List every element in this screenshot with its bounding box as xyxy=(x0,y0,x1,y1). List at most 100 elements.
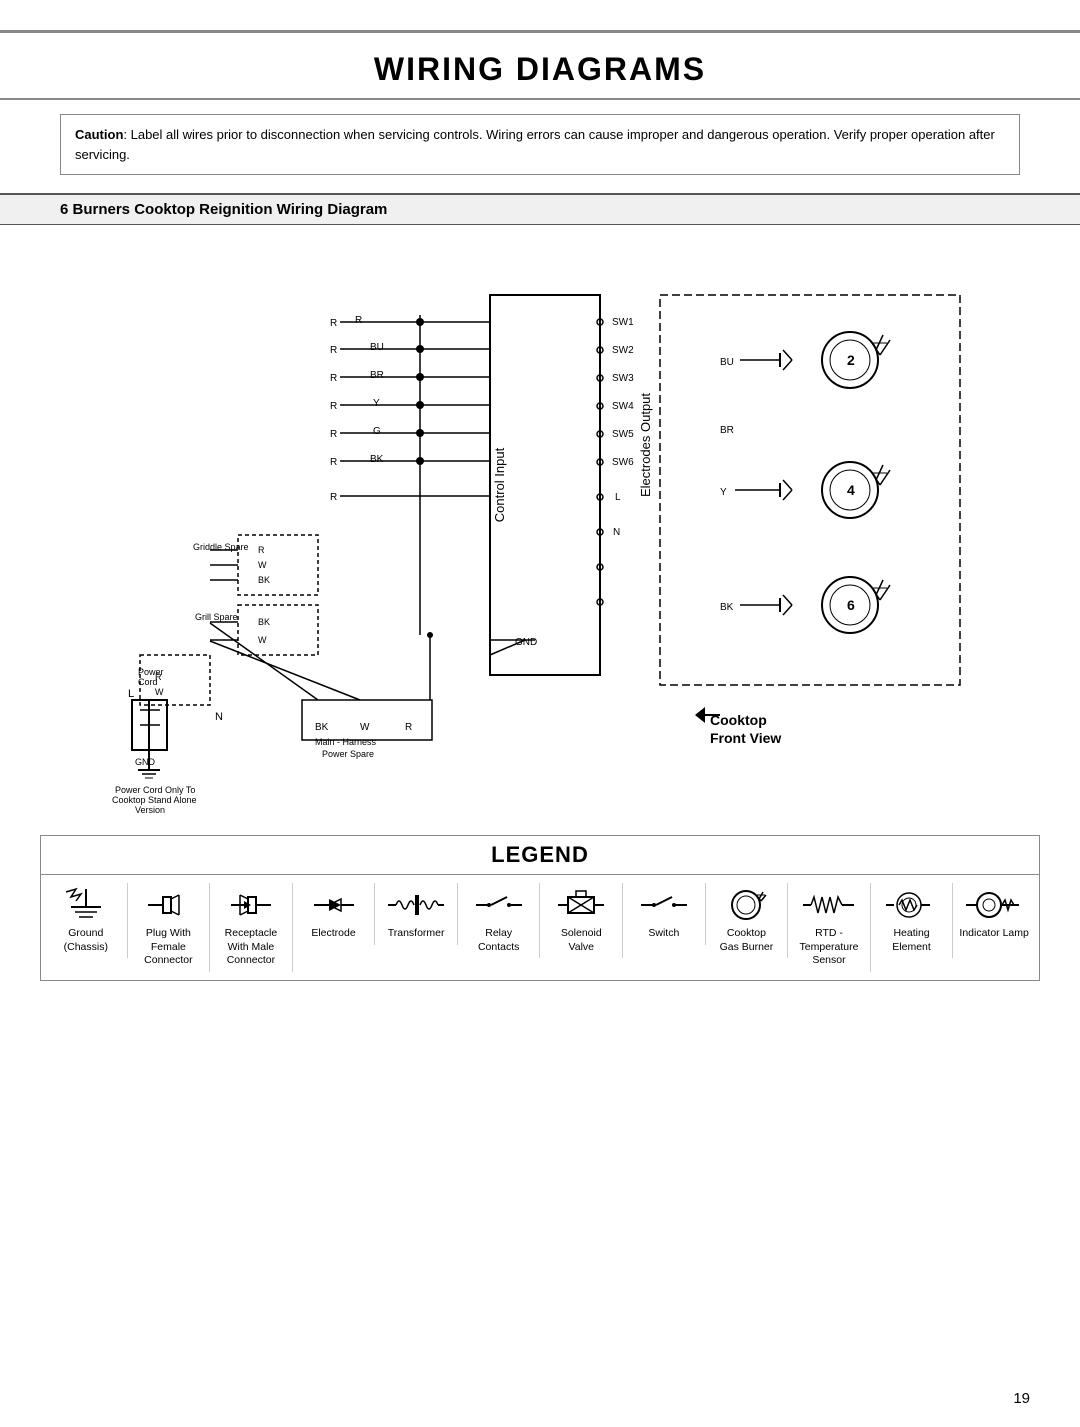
legend-items: Ground(Chassis) Plug WithFemaleConnector xyxy=(41,875,1039,980)
r-sw6: R xyxy=(330,457,337,468)
sw1-label: SW1 xyxy=(612,317,634,328)
r-l: R xyxy=(330,492,337,503)
gnd-bottom-label: GND xyxy=(135,757,156,767)
indicator-lamp-label: Indicator Lamp xyxy=(959,927,1028,941)
section-header: 6 Burners Cooktop Reignition Wiring Diag… xyxy=(0,193,1080,225)
burner4-label: 4 xyxy=(847,482,855,498)
relay-symbol xyxy=(474,887,524,923)
w-bottom: W xyxy=(360,722,370,733)
n-line-label: N xyxy=(215,711,223,723)
legend-transformer: Transformer xyxy=(375,883,458,945)
receptacle-male-label: ReceptacleWith MaleConnector xyxy=(225,927,278,968)
switch-label: Switch xyxy=(648,927,679,941)
r-sw2: R xyxy=(330,345,337,356)
legend-plug-female: Plug WithFemaleConnector xyxy=(128,883,211,972)
sw4-label: SW4 xyxy=(612,401,634,412)
transformer-symbol xyxy=(386,887,446,923)
plug-female-symbol xyxy=(143,887,193,923)
diagram-area: Control Input Electrodes Output SW1 SW2 … xyxy=(0,225,1080,825)
legend-solenoid: SolenoidValve xyxy=(540,883,623,958)
cooktop-gas-burner-label: CooktopGas Burner xyxy=(720,927,774,954)
version-label: Version xyxy=(135,805,165,815)
legend-indicator-lamp: Indicator Lamp xyxy=(953,883,1035,945)
ground-label: Ground(Chassis) xyxy=(64,927,108,954)
indicator-lamp-symbol xyxy=(964,887,1024,923)
grill-spare-label: Grill Spare xyxy=(195,612,238,622)
heating-element-symbol xyxy=(884,887,939,923)
caution-box: Caution: Label all wires prior to discon… xyxy=(60,114,1020,175)
section-title: 6 Burners Cooktop Reignition Wiring Diag… xyxy=(60,201,387,218)
w-griddle: W xyxy=(258,560,267,570)
sw2-label: SW2 xyxy=(612,345,634,356)
electrode-symbol xyxy=(309,887,359,923)
r-griddle: R xyxy=(258,545,265,555)
legend-section: LEGEND Ground(Chassis) xyxy=(40,835,1040,981)
transformer-label: Transformer xyxy=(388,927,445,941)
r-sw5: R xyxy=(330,429,337,440)
power-cord-only-label: Power Cord Only To xyxy=(115,785,195,795)
relay-label: RelayContacts xyxy=(478,927,519,954)
br-sw3: BR xyxy=(370,370,384,381)
main-harness-label: Main - Harness xyxy=(315,737,377,747)
burner2-label: 2 xyxy=(847,352,855,368)
legend-ground: Ground(Chassis) xyxy=(45,883,128,958)
bk-grill: BK xyxy=(258,617,270,627)
cooktop-gas-burner-symbol xyxy=(721,887,771,923)
heating-element-label: HeatingElement xyxy=(892,927,931,954)
r-sw4: R xyxy=(330,401,337,412)
bk-label-right: BK xyxy=(720,602,734,613)
bu-sw2: BU xyxy=(370,342,384,353)
front-view-label: Front View xyxy=(710,730,781,746)
legend-electrode: Electrode xyxy=(293,883,376,945)
legend-rtd: RTD -TemperatureSensor xyxy=(788,883,871,972)
legend-cooktop-gas-burner: CooktopGas Burner xyxy=(706,883,789,958)
wiring-diagram: Control Input Electrodes Output SW1 SW2 … xyxy=(60,235,1020,815)
legend-switch: Switch xyxy=(623,883,706,945)
r-sw1: R xyxy=(330,318,337,329)
legend-title: LEGEND xyxy=(41,836,1039,875)
l-label: L xyxy=(615,492,621,503)
page-title: WIRING DIAGRAMS xyxy=(0,51,1080,88)
power-spare-label: Power Spare xyxy=(322,749,374,759)
caution-text: : Label all wires prior to disconnection… xyxy=(75,127,995,162)
n-label: N xyxy=(613,527,620,538)
caution-label: Caution xyxy=(75,127,123,142)
electrode-label: Electrode xyxy=(311,927,355,941)
sw5-label: SW5 xyxy=(612,429,634,440)
y-label-right: Y xyxy=(720,487,727,498)
legend-receptacle-male: ReceptacleWith MaleConnector xyxy=(210,883,293,972)
sw3-label: SW3 xyxy=(612,373,634,384)
bk-bottom: BK xyxy=(315,722,329,733)
w-power: W xyxy=(155,687,164,697)
switch-symbol xyxy=(639,887,689,923)
r-power: R xyxy=(155,672,162,682)
solenoid-symbol xyxy=(556,887,606,923)
legend-relay: RelayContacts xyxy=(458,883,541,958)
g-sw5: G xyxy=(373,426,381,437)
burner6-label: 6 xyxy=(847,597,855,613)
sw6-label: SW6 xyxy=(612,457,634,468)
page: WIRING DIAGRAMS Caution: Label all wires… xyxy=(0,30,1080,1427)
cooktop-stand-alone-label: Cooktop Stand Alone xyxy=(112,795,197,805)
solenoid-label: SolenoidValve xyxy=(561,927,602,954)
l-line-label: L xyxy=(128,688,134,700)
plug-female-label: Plug WithFemaleConnector xyxy=(144,927,192,968)
legend-heating-element: HeatingElement xyxy=(871,883,954,958)
page-number: 19 xyxy=(1013,1390,1030,1407)
r-sw1-2: R xyxy=(355,315,362,326)
electrodes-output-label: Electrodes Output xyxy=(638,393,653,497)
rtd-symbol xyxy=(801,887,856,923)
rtd-label: RTD -TemperatureSensor xyxy=(800,927,859,968)
title-section: WIRING DIAGRAMS xyxy=(0,33,1080,98)
w-grill: W xyxy=(258,635,267,645)
title-rule xyxy=(0,98,1080,100)
control-input-label: Control Input xyxy=(492,447,507,522)
r-sw3: R xyxy=(330,373,337,384)
r-bottom: R xyxy=(405,722,412,733)
y-sw4: Y xyxy=(373,398,380,409)
br-label: BR xyxy=(720,425,734,436)
bu-label-right: BU xyxy=(720,357,734,368)
ground-symbol xyxy=(61,887,111,923)
bk-sw6: BK xyxy=(370,454,384,465)
bk-griddle: BK xyxy=(258,575,270,585)
